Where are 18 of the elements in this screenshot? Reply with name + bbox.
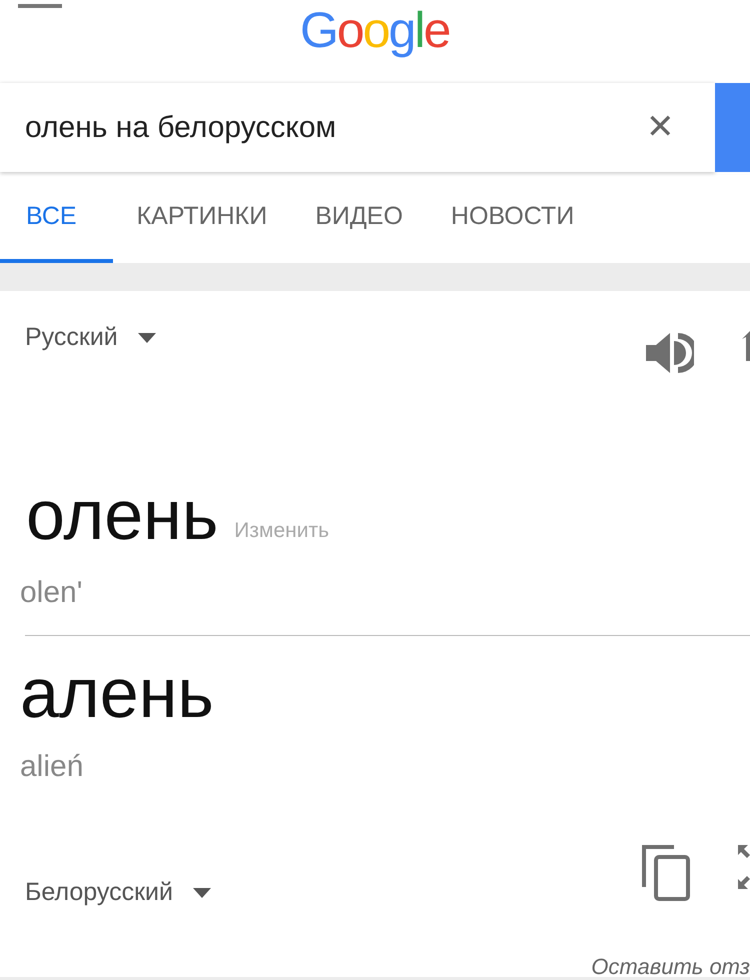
target-transliteration: alień bbox=[19, 749, 84, 785]
tab[interactable]: ВИДЕО bbox=[291, 175, 427, 263]
google-logo: Google bbox=[300, 2, 450, 60]
feedback-link[interactable]: Оставить отз bbox=[591, 950, 750, 980]
copy-icon[interactable] bbox=[642, 844, 690, 901]
caret-icon bbox=[192, 888, 211, 898]
target-language-dropdown[interactable]: Белорусский bbox=[25, 874, 211, 912]
expand-icon[interactable] bbox=[738, 844, 750, 889]
tab[interactable]: КАРТИНКИ bbox=[112, 175, 292, 263]
clear-button[interactable]: ✕ bbox=[620, 95, 700, 160]
translated-word: алень bbox=[19, 653, 215, 728]
tab[interactable]: НОВОСТИ bbox=[426, 175, 598, 263]
source-transliteration: olen' bbox=[19, 575, 84, 611]
source-language-dropdown[interactable]: Русский bbox=[25, 319, 156, 356]
source-word: олень bbox=[26, 480, 218, 550]
arrow-icon[interactable] bbox=[742, 331, 750, 361]
speaker-icon[interactable] bbox=[646, 331, 694, 375]
caret-icon bbox=[138, 332, 156, 343]
